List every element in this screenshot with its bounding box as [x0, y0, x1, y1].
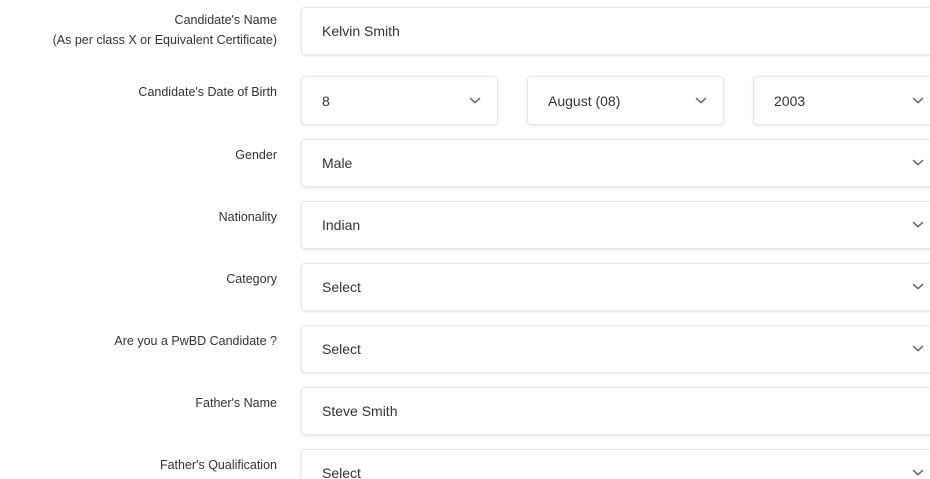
category-select[interactable]: Select [301, 263, 930, 311]
father-name-label: Father's Name [195, 396, 277, 410]
dob-year-value: 2003 [774, 92, 806, 109]
chevron-down-icon [912, 345, 924, 353]
pwbd-value: Select [322, 341, 361, 357]
candidate-name-label-text: Candidate's Name [174, 13, 277, 27]
candidate-name-label: Candidate's Name (As per class X or Equi… [53, 10, 277, 50]
registration-form: Candidate's Name (As per class X or Equi… [0, 0, 930, 479]
category-label: Category [226, 272, 277, 286]
candidate-name-input[interactable]: Kelvin Smith [301, 7, 930, 55]
nationality-select[interactable]: Indian [301, 201, 930, 249]
chevron-down-icon [469, 96, 481, 104]
dob-month-select[interactable]: August (08) [527, 76, 724, 125]
gender-select[interactable]: Male [301, 139, 930, 187]
candidate-name-sublabel: (As per class X or Equivalent Certificat… [52, 33, 277, 47]
gender-label: Gender [235, 148, 277, 162]
father-name-input[interactable]: Steve Smith [301, 387, 930, 435]
gender-value: Male [322, 155, 353, 171]
dob-year-select[interactable]: 2003 [753, 76, 930, 125]
nationality-label: Nationality [218, 210, 277, 224]
pwbd-label: Are you a PwBD Candidate ? [114, 334, 277, 348]
chevron-down-icon [912, 221, 924, 229]
chevron-down-icon [912, 469, 924, 477]
nationality-value: Indian [322, 217, 361, 233]
chevron-down-icon [912, 96, 924, 104]
dob-label: Candidate's Date of Birth [138, 85, 277, 99]
father-qualification-value: Select [322, 465, 361, 479]
chevron-down-icon [695, 96, 707, 104]
chevron-down-icon [912, 159, 924, 167]
chevron-down-icon [912, 283, 924, 291]
dob-month-value: August (08) [548, 92, 621, 109]
father-name-value: Steve Smith [322, 403, 398, 419]
dob-day-value: 8 [322, 92, 330, 109]
father-qualification-select[interactable]: Select [301, 449, 930, 479]
pwbd-select[interactable]: Select [301, 325, 930, 373]
dob-day-select[interactable]: 8 [301, 76, 498, 125]
category-value: Select [322, 279, 361, 295]
father-qualification-label: Father's Qualification [159, 458, 277, 472]
candidate-name-value: Kelvin Smith [322, 23, 400, 39]
